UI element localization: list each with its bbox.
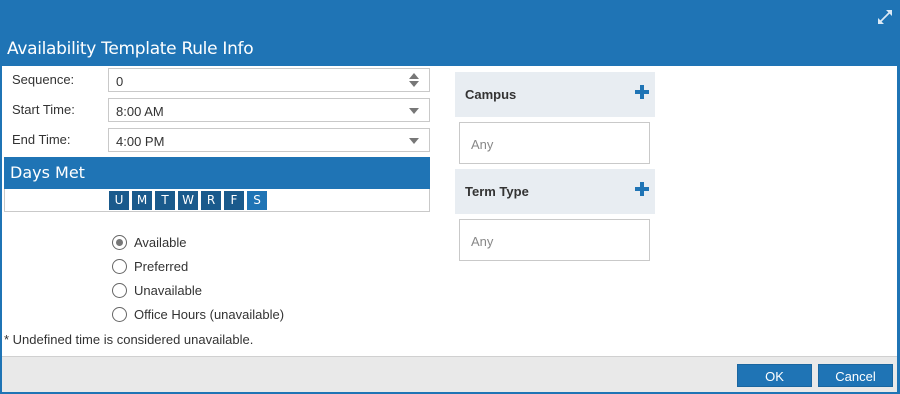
- footnote: * Undefined time is considered unavailab…: [4, 332, 254, 347]
- day-button-u[interactable]: U: [109, 191, 129, 210]
- day-button-w[interactable]: W: [178, 191, 198, 210]
- start-time-select[interactable]: 8:00 AM: [108, 98, 430, 122]
- start-time-label: Start Time:: [12, 102, 75, 117]
- radio-office-hours-label: Office Hours (unavailable): [134, 307, 285, 322]
- spin-up-icon[interactable]: [409, 73, 419, 79]
- day-button-s[interactable]: S: [247, 191, 267, 210]
- sequence-stepper[interactable]: 0: [108, 68, 430, 92]
- day-button-r[interactable]: R: [201, 191, 221, 210]
- start-time-value: 8:00 AM: [116, 104, 164, 119]
- radio-available[interactable]: [112, 235, 127, 250]
- radio-preferred[interactable]: [112, 259, 127, 274]
- term-type-value-box[interactable]: Any: [459, 219, 650, 261]
- ok-button[interactable]: OK: [737, 364, 812, 387]
- spinner-arrows-icon[interactable]: [409, 72, 419, 88]
- campus-value-box[interactable]: Any: [459, 122, 650, 164]
- availability-dialog: Availability Template Rule Info Sequence…: [0, 0, 900, 394]
- day-button-f[interactable]: F: [224, 191, 244, 210]
- chevron-down-icon[interactable]: [409, 138, 419, 144]
- end-time-select[interactable]: 4:00 PM: [108, 128, 430, 152]
- radio-unavailable[interactable]: [112, 283, 127, 298]
- radio-office-hours[interactable]: [112, 307, 127, 322]
- sequence-label: Sequence:: [12, 72, 75, 87]
- radio-preferred-label: Preferred: [134, 259, 189, 274]
- dialog-footer: OK Cancel: [2, 356, 897, 392]
- end-time-value: 4:00 PM: [116, 134, 165, 149]
- dialog-title: Availability Template Rule Info: [7, 39, 254, 59]
- term-type-label: Term Type: [465, 184, 529, 199]
- campus-label: Campus: [465, 87, 517, 102]
- days-met-row: U M T W R F S: [4, 189, 430, 212]
- day-button-m[interactable]: M: [132, 191, 152, 210]
- campus-value: Any: [471, 137, 494, 152]
- days-met-title: Days Met: [10, 163, 85, 182]
- days-met-header: Days Met: [4, 157, 430, 189]
- end-time-label: End Time:: [12, 132, 71, 147]
- chevron-down-icon[interactable]: [409, 108, 419, 114]
- dialog-titlebar: Availability Template Rule Info: [0, 0, 900, 66]
- term-type-header: Term Type: [455, 169, 655, 214]
- radio-available-label: Available: [134, 235, 187, 250]
- dialog-content: Sequence: 0 Start Time: 8:00 AM End Time…: [2, 66, 897, 356]
- plus-icon[interactable]: [635, 85, 649, 99]
- expand-icon[interactable]: [876, 8, 894, 26]
- campus-header: Campus: [455, 72, 655, 117]
- cancel-button[interactable]: Cancel: [818, 364, 893, 387]
- term-type-value: Any: [471, 234, 494, 249]
- sequence-value: 0: [116, 74, 124, 89]
- spin-down-icon[interactable]: [409, 81, 419, 87]
- plus-icon[interactable]: [635, 182, 649, 196]
- radio-unavailable-label: Unavailable: [134, 283, 202, 298]
- day-button-t[interactable]: T: [155, 191, 175, 210]
